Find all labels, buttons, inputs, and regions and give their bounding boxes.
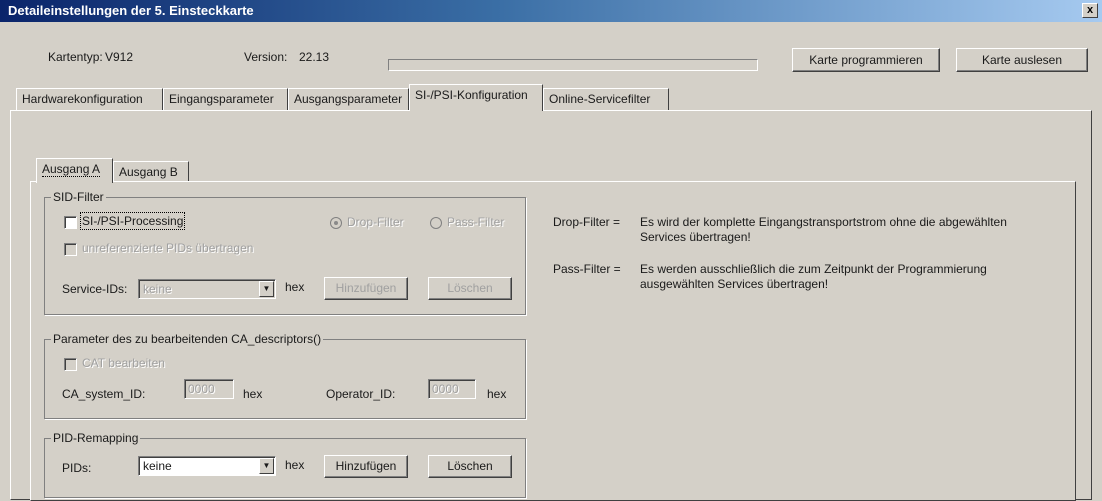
tab-si-psi-konfiguration[interactable]: SI-/PSI-Konfiguration: [409, 84, 543, 111]
pass-filter-help-text-2: ausgewählten Services übertragen!: [640, 277, 829, 291]
drop-filter-label: Drop-Filter: [347, 215, 404, 229]
tab-label: Hardwarekonfiguration: [22, 92, 143, 106]
tab-ausgang-b[interactable]: Ausgang B: [113, 161, 189, 183]
unreferenced-pids-checkbox[interactable]: [64, 243, 77, 256]
tab-eingangsparameter[interactable]: Eingangsparameter: [163, 88, 288, 110]
window-titlebar: Detaileinstellungen der 5. Einsteckkarte…: [0, 0, 1102, 22]
service-ids-combo[interactable]: keine ▼: [138, 279, 276, 299]
ca-system-id-field[interactable]: 0000: [184, 379, 234, 399]
operator-id-field[interactable]: 0000: [428, 379, 476, 399]
drop-filter-radio[interactable]: [330, 217, 342, 229]
tab-ausgang-a[interactable]: Ausgang A: [36, 158, 113, 183]
si-psi-processing-label: SI-/PSI-Processing: [79, 212, 186, 230]
cat-edit-checkbox[interactable]: [64, 358, 77, 371]
ca-system-id-hex-label: hex: [243, 387, 263, 401]
tab-ausgangsparameter[interactable]: Ausgangsparameter: [288, 88, 409, 110]
close-button[interactable]: x: [1082, 3, 1098, 18]
chevron-down-icon[interactable]: ▼: [259, 281, 274, 297]
tab-label: Ausgangsparameter: [294, 92, 403, 106]
unreferenced-pids-label: unreferenzierte PIDs übertragen: [82, 241, 254, 255]
drop-filter-help-text-2: Services übertragen!: [640, 230, 751, 244]
pids-delete-button[interactable]: Löschen: [428, 455, 512, 478]
service-ids-label: Service-IDs:: [62, 282, 128, 296]
pids-combo[interactable]: keine ▼: [138, 456, 276, 476]
program-card-button[interactable]: Karte programmieren: [792, 48, 940, 72]
service-ids-hex-label: hex: [285, 280, 305, 294]
service-ids-add-button[interactable]: Hinzufügen: [324, 277, 408, 300]
kartentyp-value: V912: [105, 50, 134, 64]
ca-system-id-label: CA_system_ID:: [62, 387, 146, 401]
operator-id-hex-label: hex: [487, 387, 507, 401]
pass-filter-label: Pass-Filter: [447, 215, 505, 229]
tab-label: Ausgang B: [119, 165, 178, 179]
kartentyp-label: Kartentyp:: [48, 50, 103, 64]
service-ids-delete-button[interactable]: Löschen: [428, 277, 512, 300]
drop-filter-help-label: Drop-Filter =: [553, 215, 621, 229]
version-label: Version:: [244, 50, 288, 64]
tab-online-servicefilter[interactable]: Online-Servicefilter: [543, 88, 669, 110]
progress-bar: [388, 59, 758, 71]
tab-label: Eingangsparameter: [169, 92, 274, 106]
sid-filter-legend: SID-Filter: [51, 190, 106, 204]
cat-edit-label: CAT bearbeiten: [82, 356, 165, 370]
tab-label: Online-Servicefilter: [549, 92, 651, 106]
pid-remapping-legend: PID-Remapping: [51, 431, 141, 445]
drop-filter-help-text-1: Es wird der komplette Eingangstransports…: [640, 215, 1007, 229]
pids-value: keine: [143, 459, 172, 473]
operator-id-label: Operator_ID:: [326, 387, 396, 401]
radio-dot: [334, 221, 338, 225]
tab-label: SI-/PSI-Konfiguration: [415, 88, 528, 102]
pass-filter-help-text-1: Es werden ausschließlich die zum Zeitpun…: [640, 262, 987, 276]
pids-add-button[interactable]: Hinzufügen: [324, 455, 408, 478]
version-value: 22.13: [299, 50, 330, 64]
tab-label: Ausgang A: [42, 162, 101, 177]
ca-descriptor-legend: Parameter des zu bearbeitenden CA_descri…: [51, 332, 324, 346]
read-card-button[interactable]: Karte auslesen: [956, 48, 1088, 72]
window-title: Detaileinstellungen der 5. Einsteckkarte: [8, 3, 254, 18]
si-psi-processing-checkbox[interactable]: [64, 216, 77, 229]
pids-label: PIDs:: [62, 461, 92, 475]
pids-hex-label: hex: [285, 458, 305, 472]
tab-hardwarekonfiguration[interactable]: Hardwarekonfiguration: [16, 88, 163, 110]
service-ids-value: keine: [143, 282, 172, 296]
chevron-down-icon[interactable]: ▼: [259, 458, 274, 474]
pass-filter-help-label: Pass-Filter =: [553, 262, 621, 276]
close-icon: x: [1086, 4, 1094, 16]
pass-filter-radio[interactable]: [430, 217, 442, 229]
